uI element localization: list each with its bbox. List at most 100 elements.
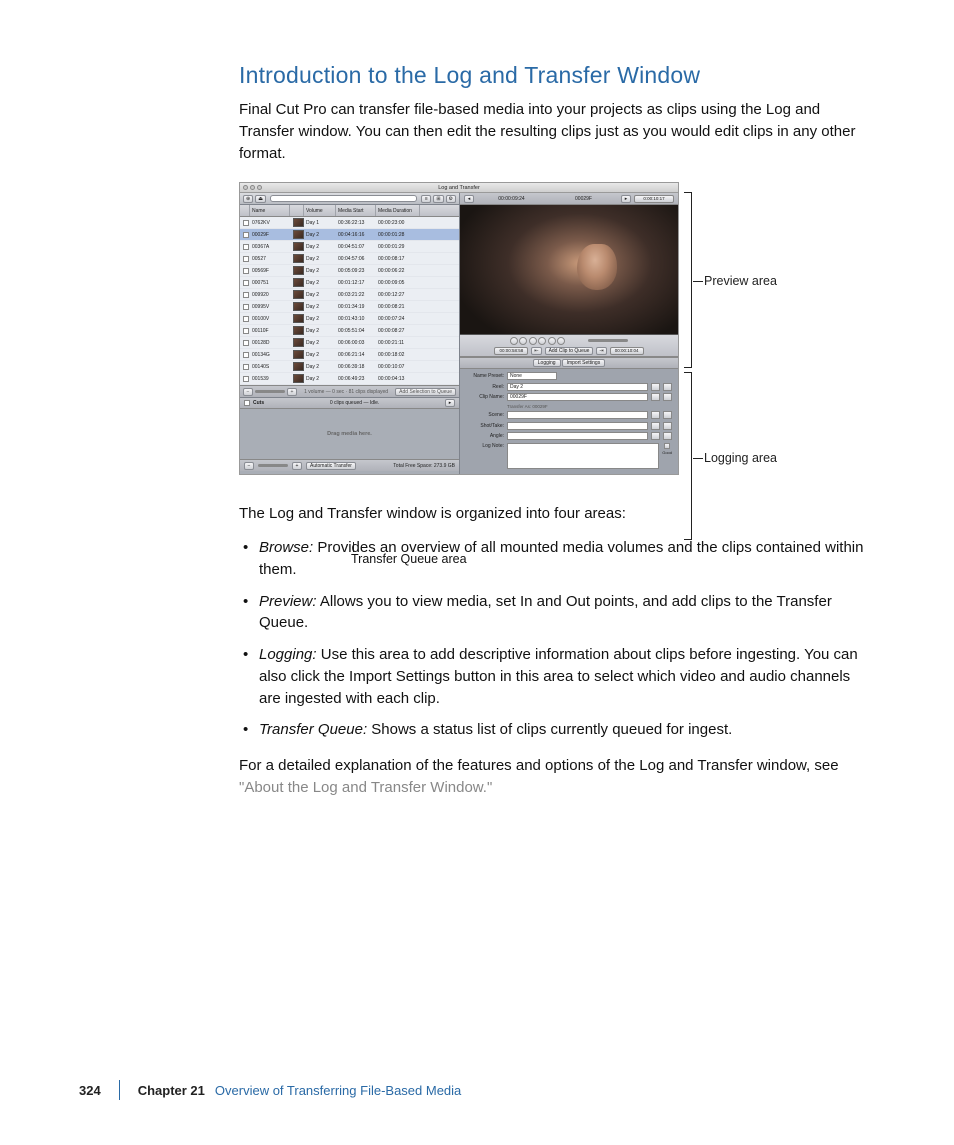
scene-field[interactable] [507, 411, 648, 419]
col-volume[interactable]: Volume [304, 205, 336, 216]
lognote-field[interactable] [507, 443, 659, 469]
figure-container: Log and Transfer ⊕ ⏏ ≡ ⊞ ⚙ [239, 182, 869, 475]
add-clip-button[interactable]: Add Clip to Queue [545, 347, 594, 355]
add-folder-button[interactable]: ⊕ [243, 195, 253, 203]
go-start-button[interactable] [510, 337, 518, 345]
view-grid-button[interactable]: ⊞ [433, 195, 443, 203]
preview-logging-panel: ◂ 00:00:09:24 00029F ▸ 0:00:10:17 [460, 193, 678, 474]
clip-info-bar: ◂ 00:00:09:24 00029F ▸ 0:00:10:17 [460, 193, 678, 205]
preview-viewer[interactable] [460, 205, 678, 335]
reel-menu-button[interactable] [663, 383, 672, 391]
body-paragraph-2: For a detailed explanation of the featur… [239, 755, 869, 799]
gear-button[interactable]: ⚙ [446, 195, 456, 203]
window-titlebar: Log and Transfer [240, 183, 678, 193]
browse-row[interactable]: 00134GDay 200:06:21:1400:00:18:02 [240, 349, 459, 361]
browse-toolbar: ⊕ ⏏ ≡ ⊞ ⚙ [240, 193, 459, 205]
browse-row[interactable]: 00995VDay 200:01:34:1900:00:08:21 [240, 301, 459, 313]
clip-start-tc: 00:00:09:24 [477, 196, 546, 202]
reel-field[interactable]: Day 2 [507, 383, 648, 391]
in-timecode[interactable]: 00:00:58:58 [494, 347, 528, 355]
clipname-menu-button[interactable] [663, 393, 672, 401]
browse-row[interactable]: 00110FDay 200:05:51:0400:00:08:27 [240, 325, 459, 337]
clip-name-field[interactable]: 00029F [507, 393, 648, 401]
browse-row[interactable]: 009920Day 200:03:21:2200:00:12:27 [240, 289, 459, 301]
out-timecode[interactable]: 00:00:10:04 [610, 347, 644, 355]
list-item: Preview: Allows you to view media, set I… [239, 591, 869, 635]
browse-row[interactable]: 00569FDay 200:05:09:2300:00:06:22 [240, 265, 459, 277]
preview-callout: Preview area [704, 274, 777, 288]
reel-inc-button[interactable] [651, 383, 660, 391]
name-preset-field[interactable]: None [507, 372, 557, 380]
logging-callout: Logging area [704, 451, 777, 465]
browse-header-row: Name Volume Media Start Media Duration [240, 205, 459, 217]
zoom-slider[interactable] [255, 390, 285, 393]
angle-field[interactable] [507, 432, 648, 440]
reel-label: Reel: [466, 384, 504, 390]
queue-disclosure[interactable] [244, 400, 250, 406]
queue-zoom-in[interactable]: + [292, 462, 302, 470]
shot-inc-button[interactable] [651, 422, 660, 430]
zoom-out-button[interactable]: − [243, 388, 253, 396]
play-reverse-button[interactable] [529, 337, 537, 345]
queue-zoom-slider[interactable] [258, 464, 288, 467]
browse-body: 0762KVDay 100:36:22:1300:00:23:0000029FD… [240, 217, 459, 385]
play-button[interactable] [538, 337, 546, 345]
shot-label: Shot/Take: [466, 423, 504, 429]
scrub-tc: 0:00:10:17 [634, 195, 674, 203]
eject-button[interactable]: ⏏ [255, 195, 266, 203]
queue-action-button[interactable]: ▸ [445, 399, 455, 407]
clipname-inc-button[interactable] [651, 393, 660, 401]
shot-field[interactable] [507, 422, 648, 430]
scene-menu-button[interactable] [663, 411, 672, 419]
add-selection-button[interactable]: Add Selection to Queue [395, 388, 456, 396]
good-label: Good [662, 450, 672, 455]
browse-panel: ⊕ ⏏ ≡ ⊞ ⚙ Name Volume Media Sta [240, 193, 460, 474]
browse-row[interactable]: 00128DDay 200:06:00:0300:00:21:11 [240, 337, 459, 349]
scene-inc-button[interactable] [651, 411, 660, 419]
transport-controls: 00:00:58:58 ⇤ Add Clip to Queue ⇥ 00:00:… [460, 335, 678, 357]
browse-row[interactable]: 00527Day 200:04:57:0600:00:08:17 [240, 253, 459, 265]
step-back-button[interactable] [519, 337, 527, 345]
angle-menu-button[interactable] [663, 432, 672, 440]
tab-import-settings[interactable]: Import Settings [562, 359, 606, 367]
browse-row[interactable]: 00367ADay 200:04:51:0700:00:01:29 [240, 241, 459, 253]
good-checkbox[interactable] [664, 443, 670, 449]
browse-row[interactable]: 001539Day 200:06:49:2300:00:04:13 [240, 373, 459, 385]
window-buttons [243, 185, 262, 190]
view-list-button[interactable]: ≡ [421, 195, 431, 203]
queue-status: 0 clips queued — Idle. [264, 400, 445, 406]
list-item: Transfer Queue: Shows a status list of c… [239, 719, 869, 741]
col-name[interactable]: Name [250, 205, 290, 216]
browse-row[interactable]: 00100VDay 200:01:43:1000:00:07:24 [240, 313, 459, 325]
col-media-start[interactable]: Media Start [336, 205, 376, 216]
auto-transfer-button[interactable]: Automatic Transfer [306, 462, 356, 470]
col-media-duration[interactable]: Media Duration [376, 205, 420, 216]
angle-inc-button[interactable] [651, 432, 660, 440]
set-in-button[interactable]: ⇤ [531, 347, 541, 355]
jog-slider[interactable] [588, 339, 628, 342]
clip-name-label: Clip Name: [466, 394, 504, 400]
prev-clip-button[interactable]: ◂ [464, 195, 474, 203]
shot-menu-button[interactable] [663, 422, 672, 430]
browse-row[interactable]: 000751Day 200:01:12:1700:00:09:05 [240, 277, 459, 289]
page-heading: Introduction to the Log and Transfer Win… [239, 62, 869, 89]
list-item: Logging: Use this area to add descriptiv… [239, 644, 869, 709]
browse-row[interactable]: 00140SDay 200:06:39:1800:00:10:07 [240, 361, 459, 373]
queue-drop-area[interactable]: Drag media here. [240, 409, 459, 459]
log-transfer-window: Log and Transfer ⊕ ⏏ ≡ ⊞ ⚙ [239, 182, 679, 475]
lognote-label: Log Note: [466, 443, 504, 449]
logging-bracket [684, 372, 692, 540]
tab-logging[interactable]: Logging [533, 359, 561, 367]
queue-zoom-out[interactable]: − [244, 462, 254, 470]
step-fwd-button[interactable] [548, 337, 556, 345]
next-clip-button[interactable]: ▸ [621, 195, 631, 203]
xref-link[interactable]: "About the Log and Transfer Window." [239, 779, 492, 796]
body-paragraph-1: The Log and Transfer window is organized… [239, 503, 869, 525]
zoom-in-button[interactable]: + [287, 388, 297, 396]
browse-row[interactable]: 00029FDay 200:04:16:1600:00:01:28 [240, 229, 459, 241]
browse-row[interactable]: 0762KVDay 100:36:22:1300:00:23:00 [240, 217, 459, 229]
search-input[interactable] [270, 195, 417, 202]
go-end-button[interactable] [557, 337, 565, 345]
window-title: Log and Transfer [438, 185, 480, 191]
set-out-button[interactable]: ⇥ [596, 347, 606, 355]
